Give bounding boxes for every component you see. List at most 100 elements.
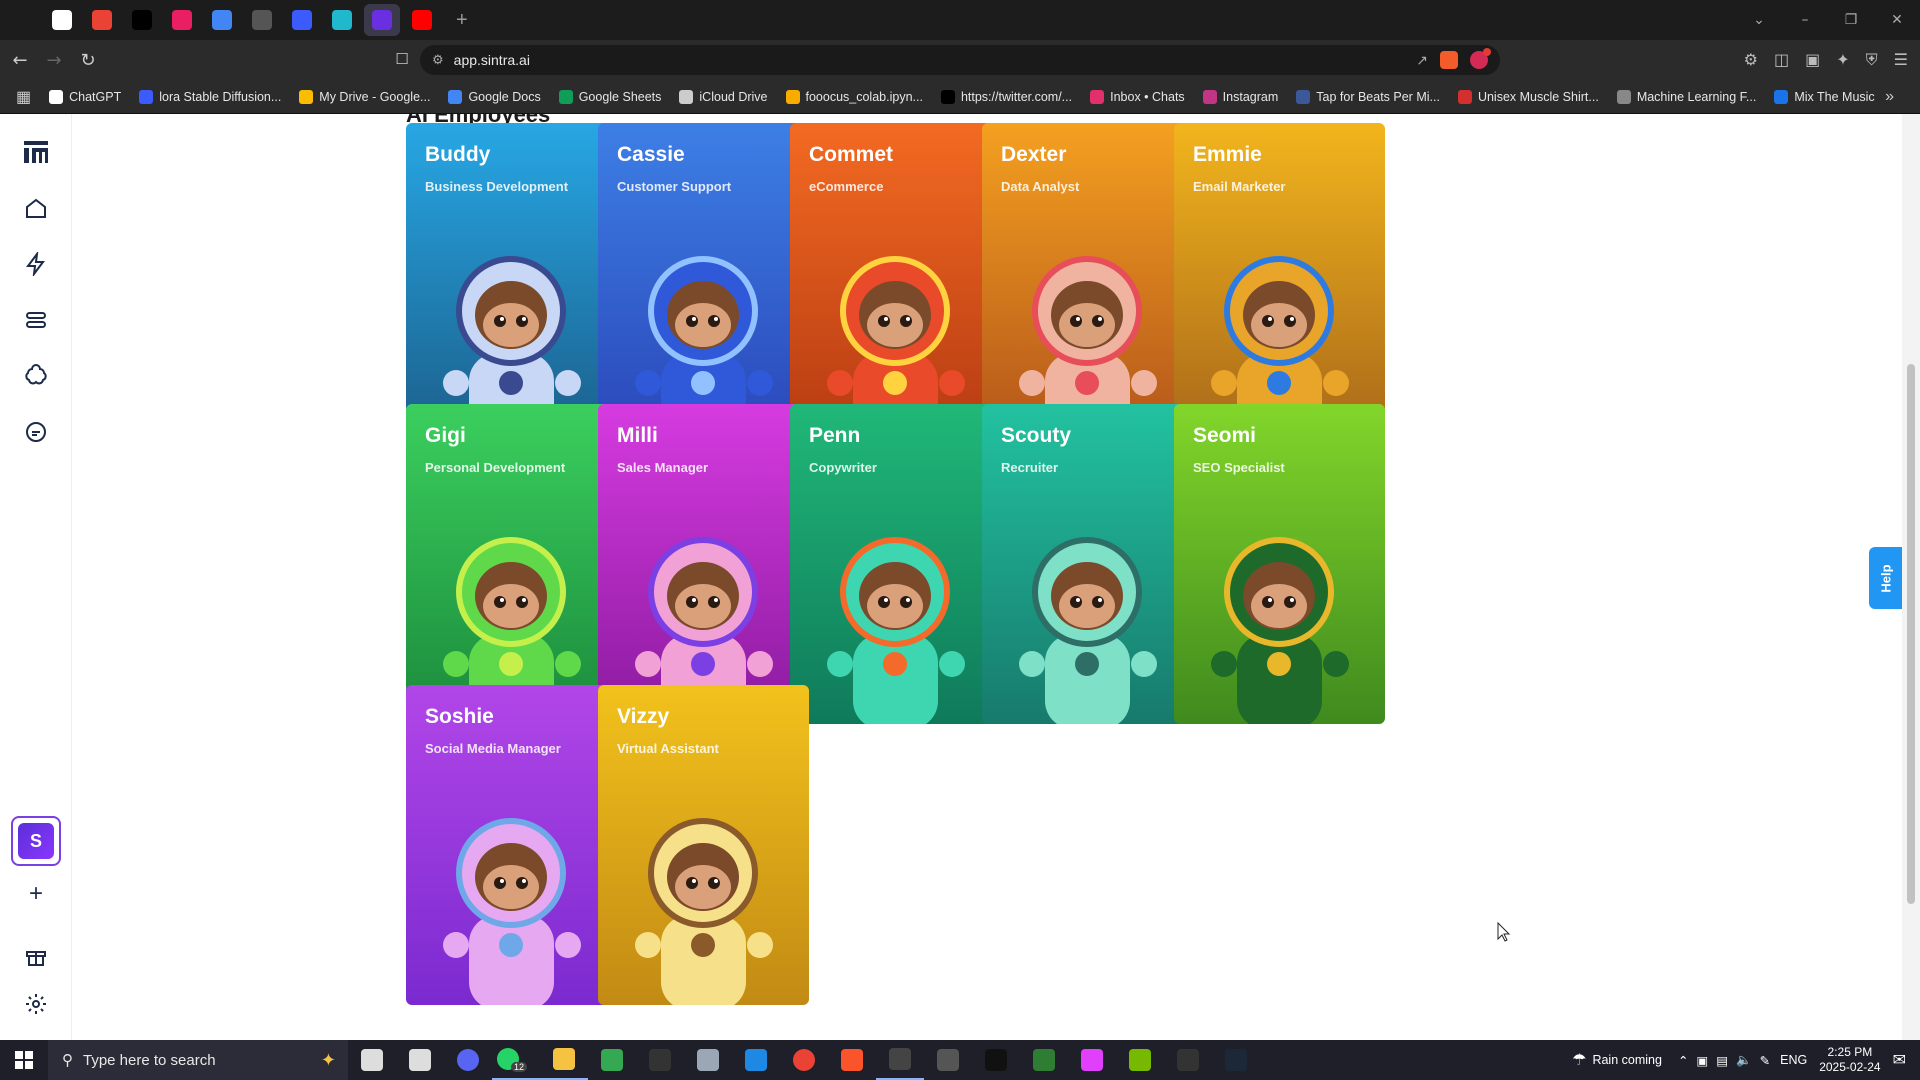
site-info-icon[interactable]: ⚙ <box>432 52 444 68</box>
plus-icon[interactable]: + <box>22 880 50 908</box>
extensions-icon[interactable]: ⚙ <box>1744 50 1758 70</box>
lightning-icon[interactable] <box>22 250 50 278</box>
workspace-switcher[interactable]: S <box>11 816 61 866</box>
bookmark-item[interactable]: iCloud Drive <box>679 89 768 104</box>
browser-tab[interactable] <box>204 4 240 36</box>
taskbar-app[interactable] <box>1068 1040 1116 1080</box>
taskbar-app[interactable] <box>972 1040 1020 1080</box>
bookmark-item[interactable]: Google Sheets <box>558 89 661 104</box>
camera-icon[interactable]: ▣ <box>1696 1053 1708 1068</box>
apps-grid-icon[interactable]: ▦ <box>16 87 31 107</box>
toggles-icon[interactable] <box>22 306 50 334</box>
taskbar-app[interactable] <box>924 1040 972 1080</box>
employee-card[interactable]: Dexter Data Analyst <box>982 123 1193 443</box>
bookmark-icon[interactable]: ☐ <box>388 50 416 68</box>
taskbar-app[interactable] <box>828 1040 876 1080</box>
weather-text[interactable]: Rain coming <box>1592 1053 1661 1067</box>
url-field[interactable]: ⚙ app.sintra.ai ↗ <box>420 45 1500 75</box>
taskbar-app[interactable] <box>396 1040 444 1080</box>
chat-bubble-icon[interactable] <box>22 418 50 446</box>
bookmark-item[interactable]: lora Stable Diffusion... <box>139 89 281 104</box>
bookmark-item[interactable]: Google Docs <box>448 89 541 104</box>
language-indicator[interactable]: ENG <box>1780 1053 1807 1067</box>
network-icon[interactable]: ▤ <box>1716 1053 1728 1068</box>
clock[interactable]: 2:25 PM 2025-02-24 <box>1819 1045 1880 1075</box>
bookmark-item[interactable]: Unisex Muscle Shirt... <box>1457 89 1599 104</box>
brain-icon[interactable] <box>22 362 50 390</box>
taskbar-app[interactable] <box>1116 1040 1164 1080</box>
menu-icon[interactable]: ☰ <box>1894 50 1908 70</box>
brave-shields-icon[interactable] <box>1440 51 1458 69</box>
taskbar-app[interactable] <box>348 1040 396 1080</box>
employee-card[interactable]: Commet eCommerce <box>790 123 1001 443</box>
bookmark-item[interactable]: fooocus_colab.ipyn... <box>785 89 923 104</box>
notifications-icon[interactable]: ✉ <box>1893 1050 1906 1070</box>
bookmark-item[interactable]: ChatGPT <box>49 89 121 104</box>
employee-card[interactable]: Scouty Recruiter <box>982 404 1193 724</box>
bookmark-item[interactable]: Instagram <box>1202 89 1278 104</box>
employee-card[interactable]: Buddy Business Development <box>406 123 617 443</box>
windows-start-icon[interactable] <box>0 1040 48 1080</box>
taskbar-app[interactable] <box>1164 1040 1212 1080</box>
employee-card[interactable]: Emmie Email Marketer <box>1174 123 1385 443</box>
taskbar-app[interactable] <box>636 1040 684 1080</box>
taskbar-app[interactable] <box>780 1040 828 1080</box>
wallet-icon[interactable]: ▣ <box>1805 50 1820 70</box>
taskbar-app[interactable] <box>876 1040 924 1080</box>
taskbar-app[interactable] <box>444 1040 492 1080</box>
browser-tab[interactable] <box>84 4 120 36</box>
restore-icon[interactable]: ❐ <box>1828 12 1874 28</box>
taskbar-app[interactable] <box>1212 1040 1260 1080</box>
back-icon[interactable]: ← <box>6 50 34 71</box>
volume-icon[interactable]: 🔈 <box>1736 1053 1752 1068</box>
employee-card[interactable]: Penn Copywriter <box>790 404 1001 724</box>
more-bookmarks-icon[interactable]: » <box>1885 88 1894 106</box>
bookmark-item[interactable]: Mix The Music <box>1774 89 1875 104</box>
bookmark-item[interactable]: Tap for Beats Per Mi... <box>1296 89 1440 104</box>
minimize-icon[interactable]: – <box>1782 12 1828 28</box>
bookmark-item[interactable]: https://twitter.com/... <box>940 89 1072 104</box>
leo-ai-icon[interactable]: ✦ <box>1836 50 1849 70</box>
taskbar-app[interactable]: 12 <box>492 1040 540 1080</box>
home-icon[interactable] <box>22 194 50 222</box>
employee-card[interactable]: Soshie Social Media Manager <box>406 685 617 1005</box>
share-icon[interactable]: ↗ <box>1416 52 1428 69</box>
reload-icon[interactable]: ↻ <box>74 50 102 71</box>
taskbar-app[interactable] <box>684 1040 732 1080</box>
vpn-icon[interactable]: ⛨ <box>1866 50 1878 70</box>
gift-icon[interactable] <box>22 942 50 970</box>
weather-icon[interactable]: ☂ <box>1572 1050 1586 1070</box>
employee-card[interactable]: Cassie Customer Support <box>598 123 809 443</box>
sidebar-toggle-icon[interactable]: ◫ <box>1774 50 1789 70</box>
bookmark-item[interactable]: Inbox • Chats <box>1090 89 1185 104</box>
employee-card[interactable]: Milli Sales Manager <box>598 404 809 724</box>
bookmark-item[interactable]: Machine Learning F... <box>1616 89 1756 104</box>
browser-tab[interactable] <box>244 4 280 36</box>
new-tab-button[interactable]: + <box>456 9 468 32</box>
close-icon[interactable]: ✕ <box>1874 12 1920 28</box>
page-scrollbar[interactable] <box>1902 114 1920 1040</box>
taskbar-app[interactable] <box>588 1040 636 1080</box>
browser-tab[interactable] <box>364 4 400 36</box>
tray-overflow-icon[interactable]: ⌃ <box>1678 1053 1688 1068</box>
taskbar-app[interactable] <box>732 1040 780 1080</box>
gear-icon[interactable] <box>22 990 50 1018</box>
employee-card[interactable]: Vizzy Virtual Assistant <box>598 685 809 1005</box>
browser-tab[interactable] <box>324 4 360 36</box>
brave-rewards-icon[interactable] <box>1470 48 1491 69</box>
bookmark-item[interactable]: My Drive - Google... <box>299 89 430 104</box>
taskbar-app[interactable] <box>1020 1040 1068 1080</box>
taskbar-search[interactable]: ⚲ Type here to search ✦ <box>48 1040 348 1080</box>
pen-icon[interactable]: ✎ <box>1760 1053 1770 1068</box>
browser-tab[interactable] <box>284 4 320 36</box>
taskbar-app[interactable] <box>540 1040 588 1080</box>
browser-tab[interactable] <box>124 4 160 36</box>
browser-tab[interactable] <box>44 4 80 36</box>
browser-tab[interactable] <box>164 4 200 36</box>
help-button[interactable]: Help <box>1869 547 1903 609</box>
employee-card[interactable]: Gigi Personal Development <box>406 404 617 724</box>
forward-icon[interactable]: → <box>40 50 68 71</box>
browser-tab[interactable] <box>4 4 40 36</box>
employee-card[interactable]: Seomi SEO Specialist <box>1174 404 1385 724</box>
sintra-logo-icon[interactable] <box>22 138 50 166</box>
